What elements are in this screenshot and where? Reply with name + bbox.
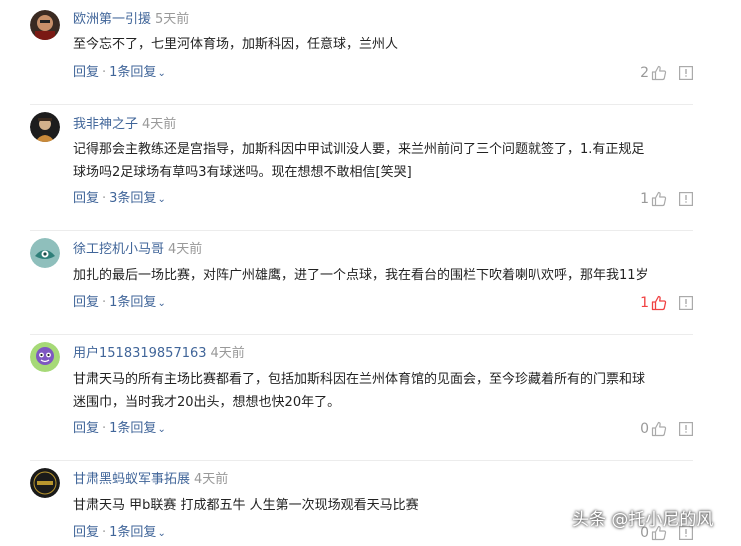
like-count: 0 <box>640 421 649 437</box>
comment-tools: 0 <box>640 420 693 438</box>
replies-count: 1条回复 <box>109 421 157 436</box>
reply-button[interactable]: 回复 <box>73 295 99 310</box>
view-replies-button[interactable]: 1条回复⌄ <box>109 295 166 310</box>
reply-button[interactable]: 回复 <box>73 421 99 436</box>
report-icon[interactable] <box>679 422 693 436</box>
comment-actions: 回复 · 1条回复⌄ 1 <box>73 294 693 312</box>
like-count: 1 <box>640 191 649 207</box>
chevron-down-icon: ⌄ <box>157 298 166 309</box>
comment-text: 至今忘不了，七里河体育场，加斯科因，任意球，兰州人 <box>73 33 693 56</box>
avatar-image <box>30 112 60 142</box>
avatar[interactable] <box>30 342 60 372</box>
watermark-at: @ <box>611 510 629 530</box>
thumbs-up-icon[interactable] <box>651 421 667 437</box>
username[interactable]: 欧洲第一引援 <box>73 12 151 27</box>
thumbs-up-icon[interactable] <box>651 295 667 311</box>
avatar-image <box>30 10 60 40</box>
comment-header: 我非神之子 4天前 <box>73 116 176 134</box>
divider <box>30 460 693 461</box>
username[interactable]: 甘肃黑蚂蚁军事拓展 <box>73 472 190 487</box>
separator: · <box>102 421 107 436</box>
username[interactable]: 用户1518319857163 <box>73 346 207 361</box>
view-replies-button[interactable]: 1条回复⌄ <box>109 421 166 436</box>
avatar-image <box>30 342 60 372</box>
avatar-image <box>30 238 60 268</box>
report-icon[interactable] <box>679 192 693 206</box>
comment-time: 4天前 <box>210 346 245 361</box>
separator: · <box>102 65 107 80</box>
comment-time: 4天前 <box>194 472 229 487</box>
replies-count: 1条回复 <box>109 295 157 310</box>
comment-text-line: 至今忘不了，七里河体育场，加斯科因，任意球，兰州人 <box>73 37 399 52</box>
view-replies-button[interactable]: 3条回复⌄ <box>109 191 166 206</box>
avatar[interactable] <box>30 10 60 40</box>
avatar-image <box>30 468 60 498</box>
watermark-source: 头条 <box>572 510 606 530</box>
view-replies-button[interactable]: 1条回复⌄ <box>109 65 166 80</box>
reply-button[interactable]: 回复 <box>73 525 99 540</box>
comment-text-line: 加扎的最后一场比赛，对阵广州雄鹰，进了一个点球，我在看台的围栏下吹着喇叭欢呼，那… <box>73 268 649 283</box>
comment-header: 欧洲第一引援 5天前 <box>73 11 189 29</box>
comment-tools: 1 <box>640 190 693 208</box>
comment-text-line: 迷围巾，当时我才20出头，想想也快20年了。 <box>73 395 341 410</box>
comment-actions: 回复 · 1条回复⌄ 0 <box>73 420 693 438</box>
comment-text-line: 甘肃天马的所有主场比赛都看了，包括加斯科因在兰州体育馆的见面会，至今珍藏着所有的… <box>73 372 646 387</box>
view-replies-button[interactable]: 1条回复⌄ <box>109 525 166 540</box>
watermark-author: 托小尼的风 <box>628 510 714 530</box>
comment-actions: 回复 · 3条回复⌄ 1 <box>73 190 693 208</box>
comment-text: 加扎的最后一场比赛，对阵广州雄鹰，进了一个点球，我在看台的围栏下吹着喇叭欢呼，那… <box>73 264 693 287</box>
username[interactable]: 我非神之子 <box>73 117 138 132</box>
comment-text: 记得那会主教练还是宫指导，加斯科因中甲试训没人要，来兰州前问了三个问题就签了，1… <box>73 138 693 184</box>
chevron-down-icon: ⌄ <box>157 68 166 79</box>
comment-actions: 回复 · 1条回复⌄ 2 <box>73 64 693 82</box>
avatar[interactable] <box>30 468 60 498</box>
comment-text: 甘肃天马的所有主场比赛都看了，包括加斯科因在兰州体育馆的见面会，至今珍藏着所有的… <box>73 368 693 414</box>
replies-count: 1条回复 <box>109 525 157 540</box>
comment-header: 甘肃黑蚂蚁军事拓展 4天前 <box>73 471 228 489</box>
comment-header: 用户1518319857163 4天前 <box>73 345 245 363</box>
watermark: 头条 @托小尼的风 <box>572 505 713 535</box>
comment-time: 4天前 <box>168 242 203 257</box>
reply-button[interactable]: 回复 <box>73 191 99 206</box>
username[interactable]: 徐工挖机小马哥 <box>73 242 164 257</box>
comment-tools: 1 <box>640 294 693 312</box>
reply-button[interactable]: 回复 <box>73 65 99 80</box>
divider <box>30 104 693 105</box>
comment-tools: 2 <box>640 64 693 82</box>
comment-text-line: 记得那会主教练还是宫指导，加斯科因中甲试训没人要，来兰州前问了三个问题就签了，1… <box>73 142 645 157</box>
separator: · <box>102 191 107 206</box>
replies-count: 3条回复 <box>109 191 157 206</box>
avatar[interactable] <box>30 112 60 142</box>
comment-header: 徐工挖机小马哥 4天前 <box>73 241 202 259</box>
separator: · <box>102 295 107 310</box>
divider <box>30 334 693 335</box>
comment-time: 5天前 <box>155 12 190 27</box>
avatar[interactable] <box>30 238 60 268</box>
divider <box>30 230 693 231</box>
comment-time: 4天前 <box>142 117 177 132</box>
chevron-down-icon: ⌄ <box>157 424 166 435</box>
replies-count: 1条回复 <box>109 65 157 80</box>
chevron-down-icon: ⌄ <box>157 528 166 539</box>
thumbs-up-icon[interactable] <box>651 65 667 81</box>
separator: · <box>102 525 107 540</box>
thumbs-up-icon[interactable] <box>651 191 667 207</box>
comment-text-line: 球场吗2足球场有草吗3有球迷吗。现在想想不敢相信[笑哭] <box>73 165 412 180</box>
chevron-down-icon: ⌄ <box>157 194 166 205</box>
report-icon[interactable] <box>679 66 693 80</box>
like-count: 1 <box>640 295 649 311</box>
report-icon[interactable] <box>679 296 693 310</box>
like-count: 2 <box>640 65 649 81</box>
